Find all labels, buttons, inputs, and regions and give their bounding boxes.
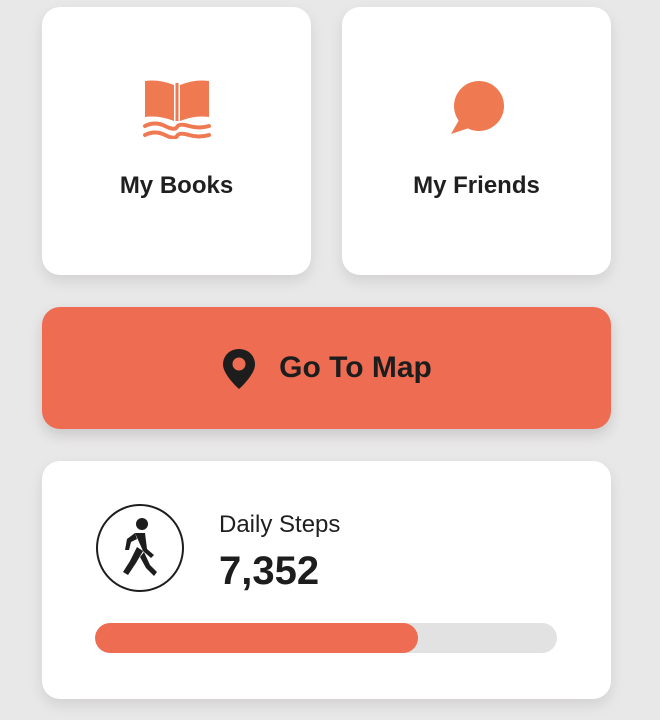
my-books-label: My Books: [119, 172, 234, 199]
steps-progress-fill: [95, 623, 419, 653]
map-pin-icon: [223, 349, 256, 389]
daily-steps-title: Daily Steps: [219, 511, 341, 538]
my-friends-tile[interactable]: My Friends: [342, 7, 611, 275]
walking-person-icon: [96, 504, 184, 592]
daily-steps-card: Daily Steps 7,352: [42, 461, 611, 699]
chat-bubble-icon: [439, 70, 515, 146]
my-books-tile[interactable]: My Books: [42, 7, 311, 275]
go-to-map-label: Go To Map: [279, 351, 432, 384]
dashboard-page: My Books My Friends Go To Map Daily Step…: [0, 0, 660, 720]
go-to-map-button[interactable]: Go To Map: [42, 307, 611, 429]
my-friends-label: My Friends: [413, 172, 540, 199]
steps-progress-bar: [95, 623, 557, 653]
book-icon: [139, 70, 215, 146]
daily-steps-value: 7,352: [219, 549, 320, 593]
